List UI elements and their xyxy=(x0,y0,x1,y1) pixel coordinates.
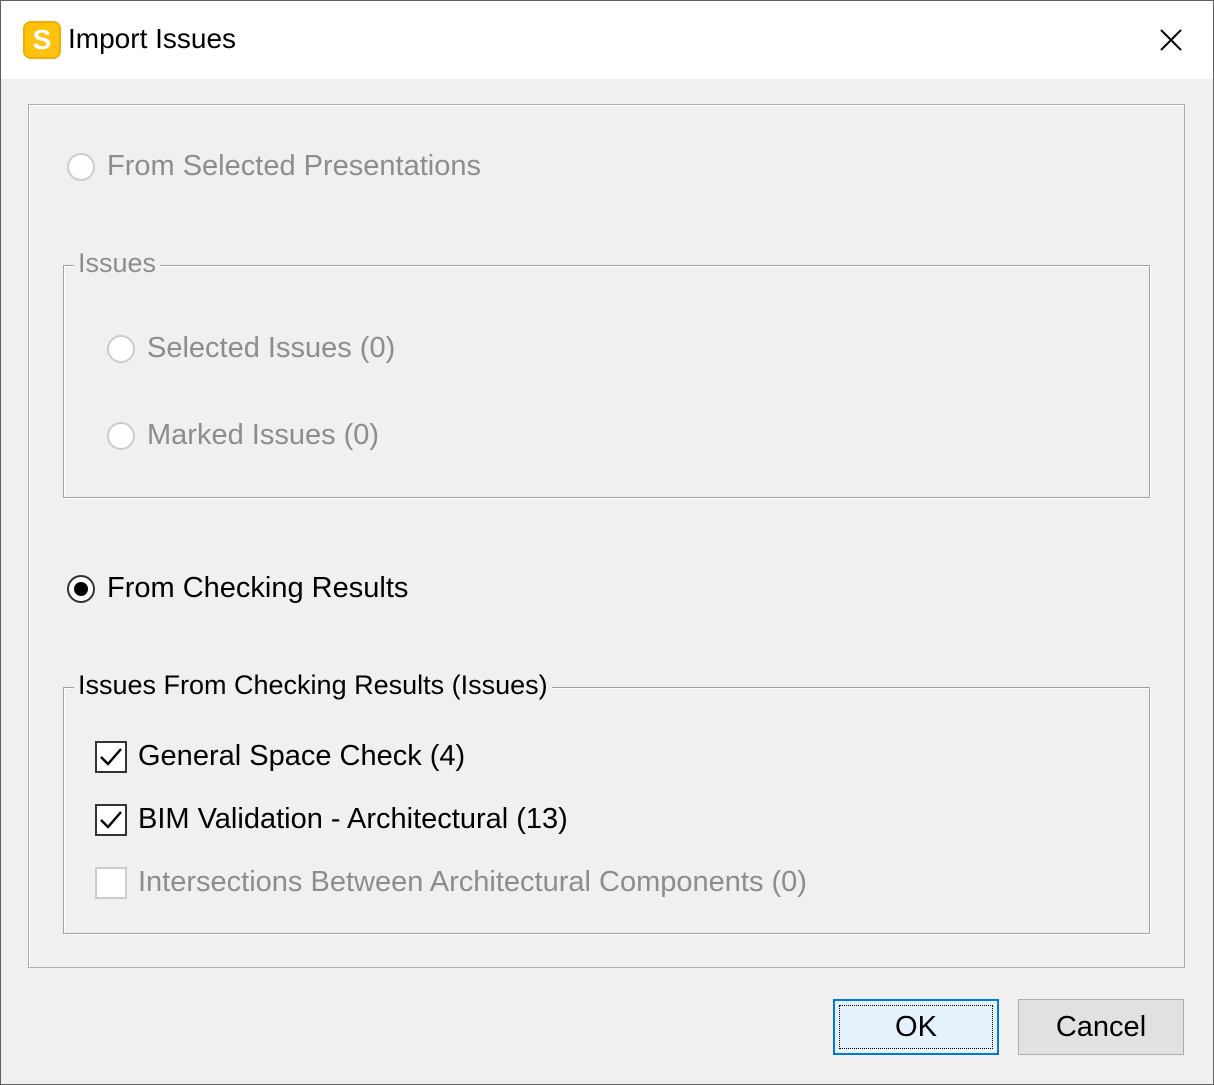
import-issues-dialog: S Import Issues From Selected Presentati… xyxy=(0,0,1214,1085)
bim-validation-checkbox-row[interactable]: BIM Validation - Architectural (13) xyxy=(95,803,568,836)
checkbox[interactable] xyxy=(95,740,127,773)
intersections-checkbox-row[interactable]: Intersections Between Architectural Comp… xyxy=(95,866,807,899)
general-space-check-checkbox-row[interactable]: General Space Check (4) xyxy=(95,740,465,773)
ok-button[interactable]: OK xyxy=(833,999,999,1055)
radio-button[interactable] xyxy=(107,334,135,363)
dialog-title: Import Issues xyxy=(68,23,237,54)
checking-results-group-legend: Issues From Checking Results (Issues) xyxy=(74,670,552,701)
cancel-button[interactable]: Cancel xyxy=(1018,999,1184,1055)
radio-button[interactable] xyxy=(67,574,95,603)
title-bar: S Import Issues xyxy=(1,1,1213,79)
checkbox[interactable] xyxy=(95,866,127,899)
checkbox[interactable] xyxy=(95,803,127,836)
options-panel: From Selected Presentations Issues Selec… xyxy=(28,104,1185,968)
issues-group-legend: Issues xyxy=(74,248,161,279)
intersections-label: Intersections Between Architectural Comp… xyxy=(138,866,807,898)
selected-issues-label: Selected Issues (0) xyxy=(147,332,396,364)
checkmark-icon xyxy=(100,747,122,766)
issues-group: Issues Selected Issues (0) Marked Issues… xyxy=(63,248,1150,498)
close-icon xyxy=(1160,29,1182,51)
checkmark-icon xyxy=(100,810,122,829)
checking-results-group: Issues From Checking Results (Issues) Ge… xyxy=(63,670,1150,934)
general-space-check-label: General Space Check (4) xyxy=(138,740,466,772)
bim-validation-label: BIM Validation - Architectural (13) xyxy=(138,803,568,835)
close-button[interactable] xyxy=(1139,1,1203,79)
marked-issues-label: Marked Issues (0) xyxy=(147,419,380,451)
from-selected-presentations-label: From Selected Presentations xyxy=(107,150,481,182)
radio-button[interactable] xyxy=(107,421,135,450)
from-checking-results-label: From Checking Results xyxy=(107,572,409,604)
focus-rectangle xyxy=(839,1005,993,1049)
from-checking-results-radio[interactable]: From Checking Results xyxy=(67,572,408,605)
marked-issues-radio[interactable]: Marked Issues (0) xyxy=(107,419,379,452)
radio-button[interactable] xyxy=(67,152,95,181)
selected-issues-radio[interactable]: Selected Issues (0) xyxy=(107,332,395,365)
from-selected-presentations-radio[interactable]: From Selected Presentations xyxy=(67,150,481,183)
app-logo-icon: S xyxy=(23,21,61,59)
radio-selected-dot xyxy=(74,581,88,596)
cancel-button-label: Cancel xyxy=(1055,1010,1147,1043)
